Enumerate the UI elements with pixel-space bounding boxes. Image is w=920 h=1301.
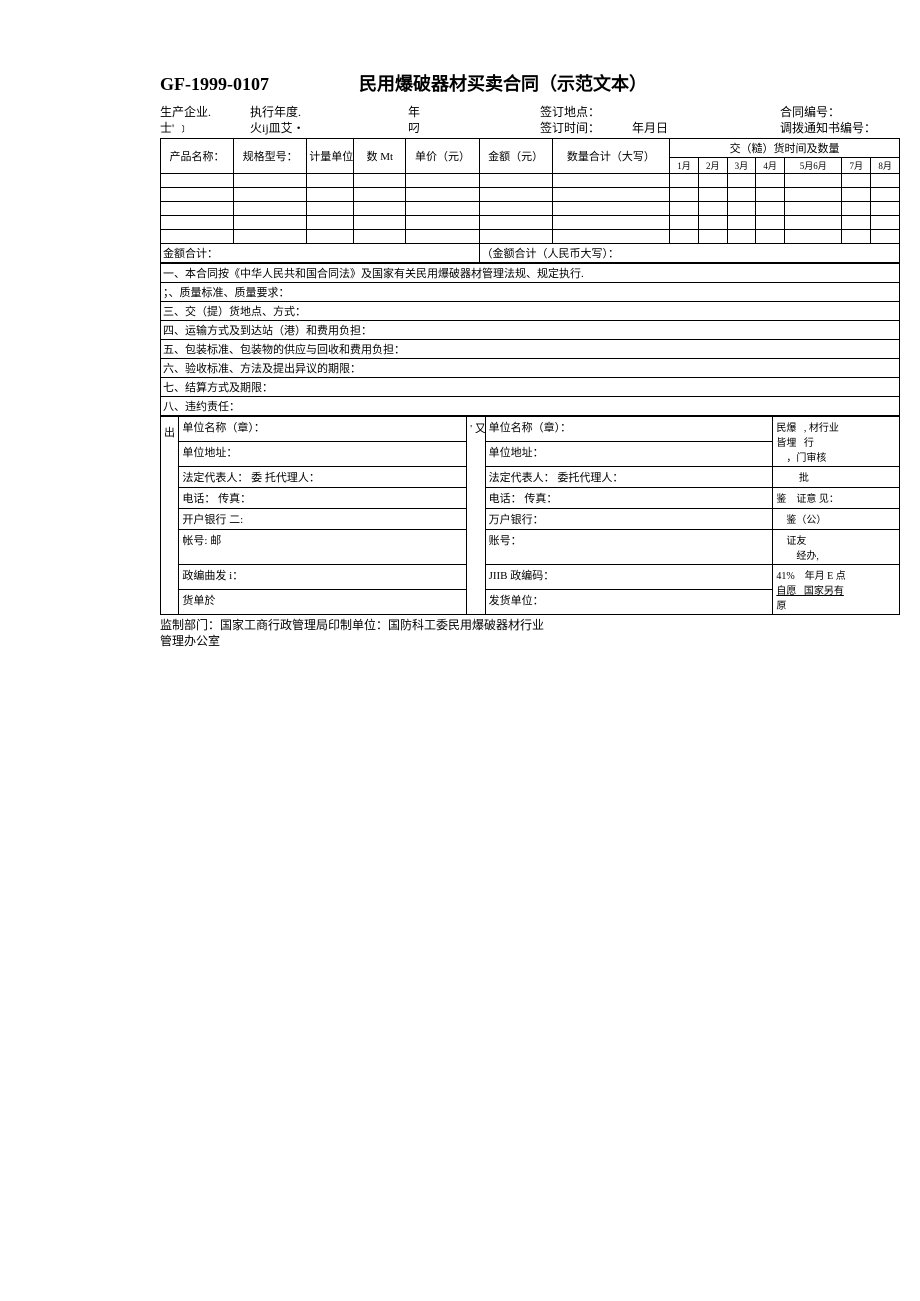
sig-left-bank: 开户银行 二:	[179, 509, 467, 530]
col-amount: 金额（元）	[479, 139, 552, 174]
sig-extra-6: 证友 经办,	[773, 530, 900, 565]
col-product: 产品名称：	[161, 139, 234, 174]
info-date: 年月日	[600, 120, 700, 136]
col-unit: 计量单位	[307, 139, 354, 174]
table-row	[161, 202, 900, 216]
side-label-mid: ' 又 人	[467, 417, 485, 615]
sig-left-post: 政编曲发 i：	[179, 565, 467, 590]
sig-right-phone: 电话： 传真：	[485, 488, 773, 509]
clause-8: 八、违约责任：	[161, 397, 900, 416]
info-sign-place: 签订地点：	[420, 104, 600, 120]
col-m1: 1月	[670, 158, 699, 174]
doc-code: GF-1999-0107	[160, 74, 269, 95]
col-qty-total: 数量合计（大写）	[552, 139, 669, 174]
info-exec-year-label: 执行年度.	[250, 104, 350, 120]
sig-extra-5: 鉴（公）	[773, 509, 900, 530]
info-prod-enterprise: 生产企业.	[160, 104, 250, 120]
col-m56: 5月6月	[785, 158, 842, 174]
table-row	[161, 174, 900, 188]
sig-right-post: JIIB 政编码：	[485, 565, 773, 590]
sig-right-bank: 万户银行：	[485, 509, 773, 530]
sig-left-phone: 电话： 传真：	[179, 488, 467, 509]
table-row	[161, 188, 900, 202]
info-dispatch-no: 调拨通知书编号：	[780, 120, 900, 136]
col-delivery-header: 交（糙）货时间及数量	[670, 139, 900, 158]
clause-5: 五、包装标准、包装物的供应与回收和费用负担：	[161, 340, 900, 359]
clause-7: 七、结算方式及期限：	[161, 378, 900, 397]
sig-left-ship: 货单於	[179, 590, 467, 615]
info-2a: 士' ﹞	[160, 120, 250, 136]
sig-right-legal: 法定代表人： 委托代理人：	[485, 467, 773, 488]
info-contract-no: 合同编号：	[780, 104, 900, 120]
info-line-2: 士' ﹞ 火ij皿艾・ 叼 签订时间： 年月日 调拨通知书编号：	[160, 120, 900, 136]
clause-3: 三、交（提）货地点、方式：	[161, 302, 900, 321]
sum-right: （金额合计（人民币大写）：	[479, 244, 899, 263]
info-year: 年	[350, 104, 420, 120]
clause-2: ；、质量标准、质量要求：	[161, 283, 900, 302]
clause-1: 一、本合同按《中华人民共和国合同法》及国家有关民用爆破器材管理法规、规定执行.	[161, 264, 900, 283]
clause-6: 六、验收标准、方法及提出异议的期限：	[161, 359, 900, 378]
col-m3: 3月	[727, 158, 756, 174]
col-m7: 7月	[842, 158, 871, 174]
sig-right-acct: 账号：	[485, 530, 773, 565]
footer-line-2: 管理办公室	[160, 633, 900, 649]
signature-table: 出 关 人 单位名称（章）： ' 又 人 单位名称（章）： 民爆 , 材行业皆埋…	[160, 416, 900, 615]
main-table: 产品名称： 规格型号： 计量单位 数 Mt 单价（元） 金额（元） 数量合计（大…	[160, 138, 900, 263]
info-2c: 叼	[350, 120, 420, 136]
info-line-1: 生产企业. 执行年度. 年 签订地点： 合同编号：	[160, 104, 900, 120]
sum-left: 金额合计：	[161, 244, 480, 263]
col-m8: 8月	[871, 158, 900, 174]
col-m4: 4月	[756, 158, 785, 174]
footer-line-1: 监制部门：国家工商行政管理局印制单位：国防科工委民用爆破器材行业	[160, 617, 900, 633]
col-spec: 规格型号：	[234, 139, 307, 174]
table-row	[161, 230, 900, 244]
col-m2: 2月	[698, 158, 727, 174]
sig-left-unit: 单位名称（章）：	[179, 417, 467, 442]
sig-right-addr: 单位地址：	[485, 442, 773, 467]
sig-right-unit: 单位名称（章）：	[485, 417, 773, 442]
info-2b: 火ij皿艾・	[250, 120, 350, 136]
footer: 监制部门：国家工商行政管理局印制单位：国防科工委民用爆破器材行业 管理办公室	[160, 617, 900, 649]
sig-left-legal: 法定代表人： 委 托代理人：	[179, 467, 467, 488]
clause-4: 四、运输方式及到达站（港）和费用负担：	[161, 321, 900, 340]
col-qty: 数 Mt	[354, 139, 406, 174]
table-sum-row: 金额合计： （金额合计（人民币大写）：	[161, 244, 900, 263]
sig-extra-3: 批	[773, 467, 900, 488]
sig-left-addr: 单位地址：	[179, 442, 467, 467]
info-sign-time: 签订时间：	[420, 120, 600, 136]
sig-extra-8: 41% 年月 E 点自愿 国家另有原	[773, 565, 900, 615]
col-price: 单价（元）	[406, 139, 479, 174]
side-label-left: 出 关 人	[161, 417, 179, 615]
sig-left-acct: 帐号: 邮	[179, 530, 467, 565]
sig-extra-1: 民爆 , 材行业皆埋 行 ，门审核	[773, 417, 900, 467]
doc-title: 民用爆破器材买卖合同（示范文本）	[359, 70, 647, 96]
sig-right-ship: 发货单位：	[485, 590, 773, 615]
clause-table: 一、本合同按《中华人民共和国合同法》及国家有关民用爆破器材管理法规、规定执行. …	[160, 263, 900, 416]
sig-extra-4: 鉴 证意 见：	[773, 488, 900, 509]
table-row	[161, 216, 900, 230]
